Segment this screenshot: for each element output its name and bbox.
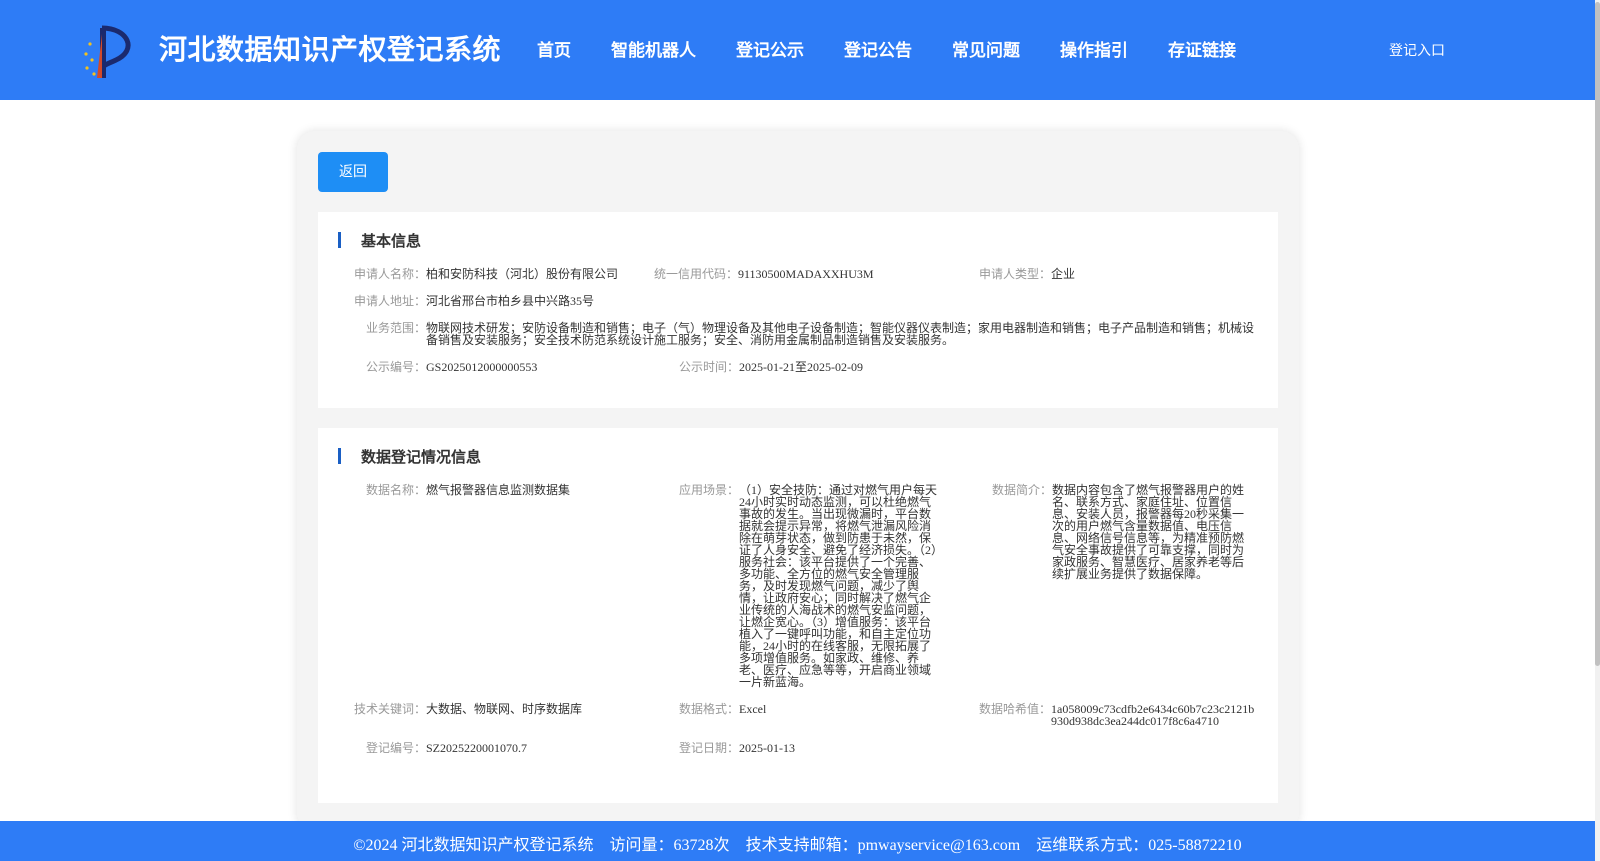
field-label: 申请人类型： (979, 267, 1052, 281)
field-value: 燃气报警器信息监测数据集 (426, 483, 571, 497)
field-label: 数据格式： (679, 702, 740, 716)
field-label: 数据哈希值： (979, 702, 1052, 716)
field-label: 公示时间： (679, 360, 740, 374)
field-label: 技术关键词： (354, 702, 427, 716)
footer-phone: 运维联系方式：025-58872210 (1036, 837, 1242, 854)
footer-bar: ©2024 河北数据知识产权登记系统 访问量：63728次 技术支持邮箱：pmw… (0, 821, 1595, 861)
field-value: 河北省邢台市柏乡县中兴路35号 (426, 294, 595, 308)
field-label: 申请人名称： (354, 267, 427, 281)
section-title: 基本信息 (361, 231, 422, 250)
field-label: 申请人地址： (354, 294, 427, 308)
basic-info-card: 基本信息 申请人名称： 柏和安防科技（河北）股份有限公司 统一信用代码： 911… (318, 212, 1278, 408)
field-value: （1）安全技防：通过对燃气用户每天24小时实时动态监测，可以杜绝燃气事故的发生。… (739, 483, 938, 689)
nav-guide[interactable]: 操作指引 (1060, 36, 1128, 61)
logo-icon (84, 25, 131, 78)
nav-publicity[interactable]: 登记公示 (736, 36, 804, 61)
field-value: 大数据、物联网、时序数据库 (426, 702, 583, 716)
nav-evidence-link[interactable]: 存证链接 (1168, 36, 1236, 61)
main-nav: 首页 智能机器人 登记公示 登记公告 常见问题 操作指引 存证链接 (537, 36, 1276, 61)
field-label: 公示编号： (366, 360, 427, 374)
field-value: 企业 (1051, 267, 1076, 281)
scrollbar[interactable] (1595, 0, 1600, 861)
nav-robot[interactable]: 智能机器人 (611, 36, 696, 61)
field-label: 登记日期： (679, 741, 740, 755)
login-link[interactable]: 登记入口 (1389, 40, 1445, 60)
top-header: 河北数据知识产权登记系统 首页 智能机器人 登记公示 登记公告 常见问题 操作指… (0, 0, 1595, 100)
field-value: 2025-01-13 (739, 741, 795, 755)
section-header: 基本信息 (338, 228, 421, 252)
field-value: 数据内容包含了燃气报警器用户的姓名、联系方式、家庭住址、位置信息、安装人员，报警… (1052, 483, 1245, 581)
field-value: Excel (739, 702, 767, 716)
site-title: 河北数据知识产权登记系统 (159, 33, 502, 66)
nav-faq[interactable]: 常见问题 (952, 36, 1020, 61)
section-accent-bar (338, 448, 341, 464)
footer-visits: 访问量：63728次 (609, 837, 730, 854)
section-title: 数据登记情况信息 (361, 447, 482, 466)
field-label: 业务范围： (366, 321, 427, 335)
field-value: 柏和安防科技（河北）股份有限公司 (426, 267, 619, 281)
section-accent-bar (338, 232, 341, 248)
field-label: 数据简介： (992, 483, 1053, 497)
registration-info-card: 数据登记情况信息 数据名称： 燃气报警器信息监测数据集 应用场景： （1）安全技… (318, 428, 1278, 803)
field-label: 统一信用代码： (654, 267, 739, 281)
footer-text: ©2024 河北数据知识产权登记系统 访问量：63728次 技术支持邮箱：pmw… (0, 831, 1595, 855)
footer-copyright: ©2024 河北数据知识产权登记系统 (353, 837, 594, 854)
nav-home[interactable]: 首页 (537, 36, 571, 61)
field-value: 物联网技术研发；安防设备制造和销售；电子（气）物理设备及其他电子设备制造；智能仪… (426, 321, 1255, 347)
field-label: 应用场景： (679, 483, 740, 497)
field-value: SZ2025220001070.7 (426, 741, 528, 755)
field-value: 91130500MADAXXHU3M (738, 267, 874, 281)
footer-email: 技术支持邮箱：pmwayservice@163.com (745, 837, 1021, 854)
field-label: 登记编号： (366, 741, 427, 755)
nav-announcement[interactable]: 登记公告 (844, 36, 912, 61)
detail-container: 返回 基本信息 申请人名称： 柏和安防科技（河北）股份有限公司 统一信用代码： … (297, 131, 1299, 831)
back-button[interactable]: 返回 (318, 152, 388, 192)
field-value: 2025-01-21至2025-02-09 (739, 360, 863, 374)
field-value: GS2025012000000553 (426, 360, 538, 374)
field-label: 数据名称： (366, 483, 427, 497)
section-header: 数据登记情况信息 (338, 444, 481, 468)
scrollbar-thumb[interactable] (1595, 2, 1600, 666)
field-value: 1a058009c73cdfb2e6434c60b7c23c2121b930d9… (1051, 702, 1255, 728)
